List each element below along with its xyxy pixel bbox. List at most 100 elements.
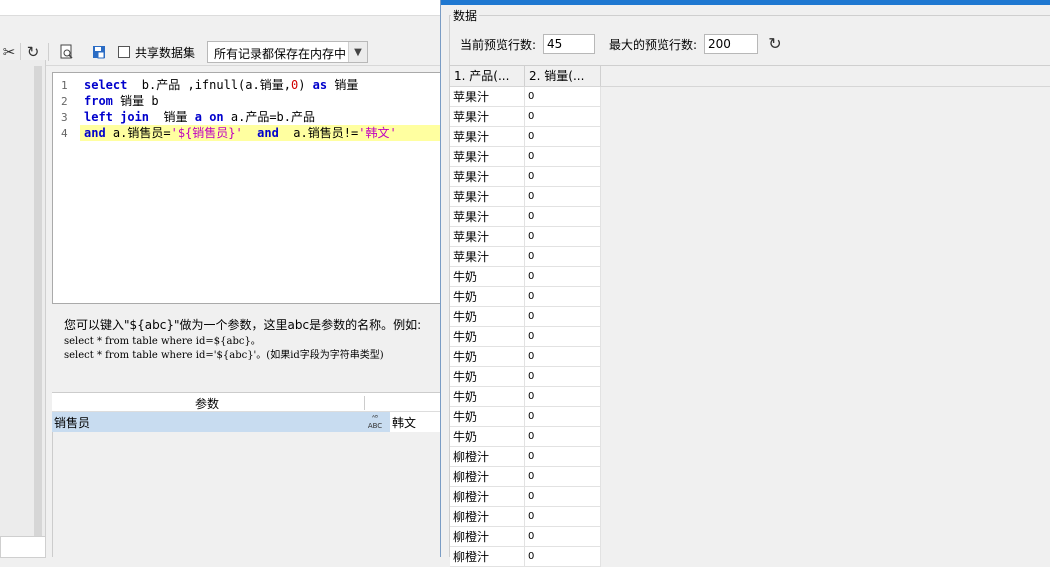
table-row[interactable]: 苹果汁 0 bbox=[450, 187, 601, 207]
cell-sales: 0 bbox=[525, 187, 601, 207]
cell-product: 牛奶 bbox=[450, 267, 525, 287]
table-row[interactable]: 苹果汁 0 bbox=[450, 167, 601, 187]
line-number: 4 bbox=[61, 127, 68, 140]
group-title: 数据 bbox=[451, 7, 480, 24]
cell-product: 柳橙汁 bbox=[450, 547, 525, 567]
cell-product: 柳橙汁 bbox=[450, 467, 525, 487]
sql-keyword: from bbox=[84, 94, 113, 108]
cell-sales: 0 bbox=[525, 147, 601, 167]
param-table-header: 参数 bbox=[52, 392, 442, 412]
type-abc-icon[interactable]: ᴬᴮ ABC bbox=[364, 412, 386, 434]
cell-sales: 0 bbox=[525, 307, 601, 327]
cell-product: 苹果汁 bbox=[450, 87, 525, 107]
table-row[interactable]: 柳橙汁 0 bbox=[450, 527, 601, 547]
sql-editor[interactable]: 1 2 3 4 select b.产品 ,ifnull(a.销量,0) as 销… bbox=[52, 72, 442, 304]
code-line-3: left join 销量 a on a.产品=b.产品 bbox=[84, 108, 315, 125]
grid-empty-area bbox=[601, 87, 1050, 558]
sql-keyword: and bbox=[257, 126, 279, 140]
table-row[interactable]: 苹果汁 0 bbox=[450, 227, 601, 247]
code-line-2: from 销量 b bbox=[84, 92, 159, 109]
param-table-body bbox=[52, 432, 440, 557]
column-header-sales[interactable]: 2. 销量(... bbox=[525, 66, 601, 86]
table-row[interactable]: 柳橙汁 0 bbox=[450, 487, 601, 507]
cell-sales: 0 bbox=[525, 107, 601, 127]
table-row[interactable]: 苹果汁 0 bbox=[450, 127, 601, 147]
table-row[interactable]: 柳橙汁 0 bbox=[450, 507, 601, 527]
share-dataset-checkbox[interactable] bbox=[118, 46, 130, 58]
table-row[interactable]: 柳橙汁 0 bbox=[450, 547, 601, 567]
table-row[interactable]: 牛奶 0 bbox=[450, 407, 601, 427]
hint-example: select * from table where id=${abc}。 bbox=[64, 336, 261, 347]
table-row[interactable]: 牛奶 0 bbox=[450, 427, 601, 447]
line-number: 2 bbox=[61, 95, 68, 108]
param-row[interactable]: 销售员 ᴬᴮ ABC 韩文 bbox=[52, 412, 442, 432]
cell-product: 苹果汁 bbox=[450, 207, 525, 227]
table-row[interactable]: 苹果汁 0 bbox=[450, 147, 601, 167]
cell-product: 柳橙汁 bbox=[450, 507, 525, 527]
save-dataset-icon[interactable] bbox=[88, 41, 110, 63]
table-row[interactable]: 牛奶 0 bbox=[450, 267, 601, 287]
cell-sales: 0 bbox=[525, 527, 601, 547]
table-row[interactable]: 牛奶 0 bbox=[450, 347, 601, 367]
table-row[interactable]: 牛奶 0 bbox=[450, 367, 601, 387]
table-row[interactable]: 苹果汁 0 bbox=[450, 207, 601, 227]
cell-product: 苹果汁 bbox=[450, 107, 525, 127]
table-row[interactable]: 苹果汁 0 bbox=[450, 107, 601, 127]
current-rows-label: 当前预览行数: bbox=[460, 38, 537, 52]
cell-product: 牛奶 bbox=[450, 407, 525, 427]
sql-text: 销量 bbox=[149, 110, 195, 124]
param-header-label: 参数 bbox=[195, 397, 220, 411]
table-row[interactable]: 柳橙汁 0 bbox=[450, 447, 601, 467]
current-rows-input[interactable]: 45 bbox=[543, 34, 595, 54]
left-panel-scrollbar[interactable] bbox=[34, 66, 42, 556]
left-panel-bottom-field[interactable] bbox=[0, 536, 46, 558]
table-row[interactable]: 苹果汁 0 bbox=[450, 247, 601, 267]
table-row[interactable]: 牛奶 0 bbox=[450, 387, 601, 407]
line-number: 1 bbox=[61, 79, 68, 92]
cell-product: 牛奶 bbox=[450, 367, 525, 387]
preview-icon[interactable] bbox=[56, 41, 78, 63]
parameter-hint: 您可以键入"${abc}"做为一个参数，这里abc是参数的名称。例如: sele… bbox=[52, 308, 442, 384]
memory-mode-select[interactable]: 所有记录都保存在内存中 ▼ bbox=[207, 41, 368, 63]
toolbar-divider bbox=[48, 43, 49, 61]
sql-keyword: and bbox=[84, 126, 106, 140]
cell-sales: 0 bbox=[525, 287, 601, 307]
data-preview-dialog: 数据 当前预览行数: 45 最大的预览行数: 200 ↻ 1. 产品(... 2… bbox=[440, 0, 1050, 567]
sql-text: a.销售员= bbox=[105, 126, 171, 140]
cell-product: 牛奶 bbox=[450, 427, 525, 447]
param-value-input[interactable]: 韩文 bbox=[390, 412, 442, 432]
table-row[interactable]: 牛奶 0 bbox=[450, 307, 601, 327]
cell-sales: 0 bbox=[525, 167, 601, 187]
max-rows-input[interactable]: 200 bbox=[704, 34, 758, 54]
cell-sales: 0 bbox=[525, 467, 601, 487]
chevron-down-icon[interactable]: ▼ bbox=[348, 42, 367, 62]
cell-product: 苹果汁 bbox=[450, 167, 525, 187]
cell-sales: 0 bbox=[525, 407, 601, 427]
param-name: 销售员 bbox=[54, 416, 91, 430]
table-row[interactable]: 牛奶 0 bbox=[450, 327, 601, 347]
toolbar-divider bbox=[20, 43, 21, 61]
max-rows-label: 最大的预览行数: bbox=[609, 38, 698, 52]
data-grid: 1. 产品(... 2. 销量(... 苹果汁 0 苹果汁 0 苹果汁 0 苹果汁 0 苹果汁 0… bbox=[449, 65, 1050, 567]
left-side-panel bbox=[0, 60, 46, 558]
line-number-gutter: 1 2 3 4 bbox=[53, 73, 79, 303]
cell-product: 牛奶 bbox=[450, 347, 525, 367]
cell-sales: 0 bbox=[525, 347, 601, 367]
editor-toolbar: ✂ ↻ 共享数据集 所有记录都保存在内存中 ▼ bbox=[0, 38, 440, 66]
header-divider bbox=[364, 396, 365, 410]
cell-sales: 0 bbox=[525, 247, 601, 267]
column-header-product[interactable]: 1. 产品(... bbox=[450, 66, 525, 86]
table-row[interactable]: 柳橙汁 0 bbox=[450, 467, 601, 487]
cell-sales: 0 bbox=[525, 227, 601, 247]
window-top-strip bbox=[0, 0, 440, 16]
sql-keyword: a bbox=[194, 110, 202, 124]
cell-sales: 0 bbox=[525, 127, 601, 147]
table-row[interactable]: 苹果汁 0 bbox=[450, 87, 601, 107]
sql-keyword: as bbox=[312, 78, 328, 92]
table-row[interactable]: 牛奶 0 bbox=[450, 287, 601, 307]
refresh-icon[interactable]: ↻ bbox=[765, 34, 785, 54]
cell-product: 牛奶 bbox=[450, 327, 525, 347]
cell-product: 苹果汁 bbox=[450, 187, 525, 207]
memory-mode-value: 所有记录都保存在内存中 bbox=[214, 47, 347, 61]
